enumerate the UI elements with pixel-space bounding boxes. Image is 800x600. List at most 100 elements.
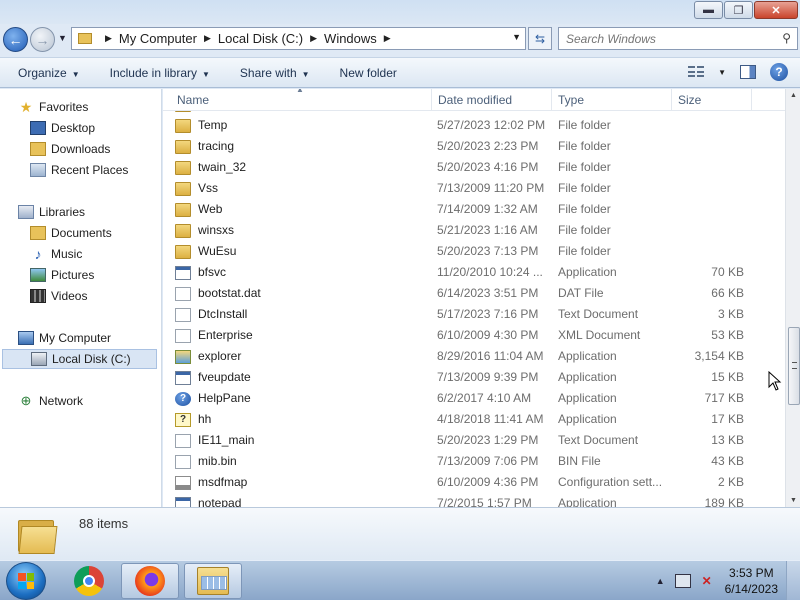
scroll-down-arrow-icon[interactable]: ▼ xyxy=(790,497,797,504)
file-name: bootstat.dat xyxy=(198,286,261,300)
include-in-library-menu[interactable]: Include in library ▼ xyxy=(110,66,210,80)
back-arrow-icon: ← xyxy=(8,31,23,48)
scroll-up-arrow-icon[interactable]: ▲ xyxy=(790,92,797,99)
close-button[interactable]: ✕ xyxy=(754,1,798,19)
clock[interactable]: 3:53 PM 6/14/2023 xyxy=(725,565,778,597)
search-icon[interactable]: ⚲ xyxy=(782,31,791,45)
breadcrumb-local-disk[interactable]: Local Disk (C:) xyxy=(218,31,303,46)
file-row[interactable]: notepad 7/2/2015 1:57 PM Application 189 KB xyxy=(163,493,785,507)
preview-pane-icon[interactable] xyxy=(740,65,756,79)
file-date-modified: 7/13/2009 9:39 PM xyxy=(437,370,539,384)
file-row[interactable]: tracing 5/20/2023 2:23 PM File folder xyxy=(163,136,785,157)
navigation-row: ← → ▼ ▶ My Computer ▶ Local Disk (C:) ▶ … xyxy=(0,24,800,54)
taskbar-windows-explorer[interactable] xyxy=(184,563,242,599)
file-name: Enterprise xyxy=(198,328,253,342)
file-row[interactable]: Enterprise 6/10/2009 4:30 PM XML Document 5… xyxy=(163,325,785,346)
file-date-modified: 5/20/2023 4:16 PM xyxy=(437,160,539,174)
folder-large-icon xyxy=(18,516,58,554)
column-header-date-modified[interactable]: Date modified xyxy=(432,89,552,111)
volume-muted-icon[interactable]: ✕ xyxy=(699,574,715,588)
hard-disk-icon xyxy=(31,352,47,366)
file-row[interactable]: twain_32 5/20/2023 4:16 PM File folder xyxy=(163,157,785,178)
file-type: BIN File xyxy=(558,454,601,468)
refresh-button[interactable]: ⇆ xyxy=(528,27,552,50)
file-row[interactable]: ? HelpPane 6/2/2017 4:10 AM Application 717 … xyxy=(163,388,785,409)
file-type: File folder xyxy=(558,181,611,195)
file-row[interactable]: winsxs 5/21/2023 1:16 AM File folder xyxy=(163,220,785,241)
file-row[interactable]: bfsvc 11/20/2010 10:24 ... Application 70 K… xyxy=(163,262,785,283)
nav-my-computer[interactable]: My Computer xyxy=(18,328,111,348)
breadcrumb-windows[interactable]: Windows xyxy=(324,31,377,46)
file-row[interactable]: Web 7/14/2009 1:32 AM File folder xyxy=(163,199,785,220)
file-name-cell: Enterprise xyxy=(175,325,425,346)
search-box[interactable]: ⚲ xyxy=(558,27,798,50)
forward-button[interactable]: → xyxy=(30,27,55,52)
taskbar-firefox[interactable] xyxy=(121,563,179,599)
file-size xyxy=(676,220,744,241)
back-button[interactable]: ← xyxy=(3,27,28,52)
chevron-right-icon[interactable]: ▶ xyxy=(310,33,317,44)
column-header-type[interactable]: Type xyxy=(552,89,672,111)
new-folder-button[interactable]: New folder xyxy=(340,66,397,80)
file-name: twain_32 xyxy=(198,160,247,174)
chevron-right-icon[interactable]: ▶ xyxy=(204,33,211,44)
details-pane: 88 items xyxy=(0,507,800,560)
nav-libraries[interactable]: Libraries xyxy=(18,202,85,222)
view-options-dropdown-icon[interactable]: ▼ xyxy=(718,68,726,77)
help-icon[interactable]: ? xyxy=(770,63,788,81)
nav-recent-places[interactable]: Recent Places xyxy=(30,160,128,180)
nav-music[interactable]: ♪ Music xyxy=(30,244,83,264)
title-bar[interactable]: ▬ ❐ ✕ xyxy=(0,0,800,24)
file-size: 189 KB xyxy=(704,496,744,507)
file-row[interactable]: Temp 5/27/2023 12:02 PM File folder xyxy=(163,115,785,136)
change-view-icon[interactable] xyxy=(688,66,705,78)
file-name: WuEsu xyxy=(198,244,237,258)
column-header-size[interactable]: Size xyxy=(672,89,752,111)
nav-pictures[interactable]: Pictures xyxy=(30,265,94,285)
nav-favorites[interactable]: ★ Favorites xyxy=(18,97,89,117)
recent-pages-dropdown[interactable]: ▼ xyxy=(58,33,67,43)
breadcrumb-my-computer[interactable]: My Computer xyxy=(119,31,197,46)
address-dropdown-icon[interactable]: ▼ xyxy=(512,32,521,42)
show-desktop-button[interactable] xyxy=(786,561,800,600)
show-hidden-icons-icon[interactable]: ▲ xyxy=(656,576,665,586)
nav-network[interactable]: ⊕ Network xyxy=(18,391,83,411)
chevron-right-icon[interactable]: ▶ xyxy=(105,33,112,44)
maximize-button[interactable]: ❐ xyxy=(724,1,753,19)
file-row[interactable]: WuEsu 5/20/2023 7:13 PM File folder xyxy=(163,241,785,262)
minimize-button[interactable]: ▬ xyxy=(694,1,723,19)
column-header-name[interactable]: Name xyxy=(171,89,432,111)
network-tray-icon[interactable] xyxy=(674,574,691,588)
file-row[interactable]: fveupdate 7/13/2009 9:39 PM Application 15 … xyxy=(163,367,785,388)
chevron-right-icon[interactable]: ▶ xyxy=(384,33,391,44)
pictures-icon xyxy=(30,268,46,282)
nav-desktop[interactable]: Desktop xyxy=(30,118,95,138)
vertical-scrollbar[interactable]: ▲ ▼ xyxy=(785,89,800,507)
nav-downloads[interactable]: Downloads xyxy=(30,139,110,159)
scrollbar-thumb[interactable] xyxy=(788,327,800,405)
share-with-menu[interactable]: Share with ▼ xyxy=(240,66,310,80)
file-size: 2 KB xyxy=(717,475,744,489)
taskbar-chrome[interactable] xyxy=(60,563,118,599)
nav-videos[interactable]: Videos xyxy=(30,286,87,306)
file-row[interactable]: Vss 7/13/2009 11:20 PM File folder xyxy=(163,178,785,199)
file-row[interactable]: ? hh 4/18/2018 11:41 AM Application 17 KB xyxy=(163,409,785,430)
file-row[interactable]: DtcInstall 5/17/2023 7:16 PM Text Document… xyxy=(163,304,785,325)
file-row[interactable]: explorer 8/29/2016 11:04 AM Application 3,1… xyxy=(163,346,785,367)
downloads-folder-icon xyxy=(30,142,46,156)
file-row[interactable]: bootstat.dat 6/14/2023 3:51 PM DAT File 66 … xyxy=(163,283,785,304)
file-row[interactable]: IE11_main 5/20/2023 1:29 PM Text Document 1… xyxy=(163,430,785,451)
computer-icon xyxy=(18,331,34,345)
address-bar[interactable]: ▶ My Computer ▶ Local Disk (C:) ▶ Window… xyxy=(71,27,526,50)
file-name-cell: notepad xyxy=(175,493,425,507)
nav-local-disk[interactable]: Local Disk (C:) xyxy=(2,349,157,369)
start-button[interactable] xyxy=(6,562,46,600)
clock-date: 6/14/2023 xyxy=(724,582,778,596)
search-input[interactable] xyxy=(566,31,766,46)
file-row[interactable]: msdfmap 6/10/2009 4:36 PM Configuration se… xyxy=(163,472,785,493)
file-row[interactable]: mib.bin 7/13/2009 7:06 PM BIN File 43 KB xyxy=(163,451,785,472)
nav-documents[interactable]: Documents xyxy=(30,223,112,243)
organize-menu[interactable]: Organize ▼ xyxy=(18,66,80,80)
file-name: IE11_main xyxy=(198,433,255,447)
navigation-pane: ★ Favorites Desktop Downloads Recent Plac… xyxy=(0,89,162,507)
